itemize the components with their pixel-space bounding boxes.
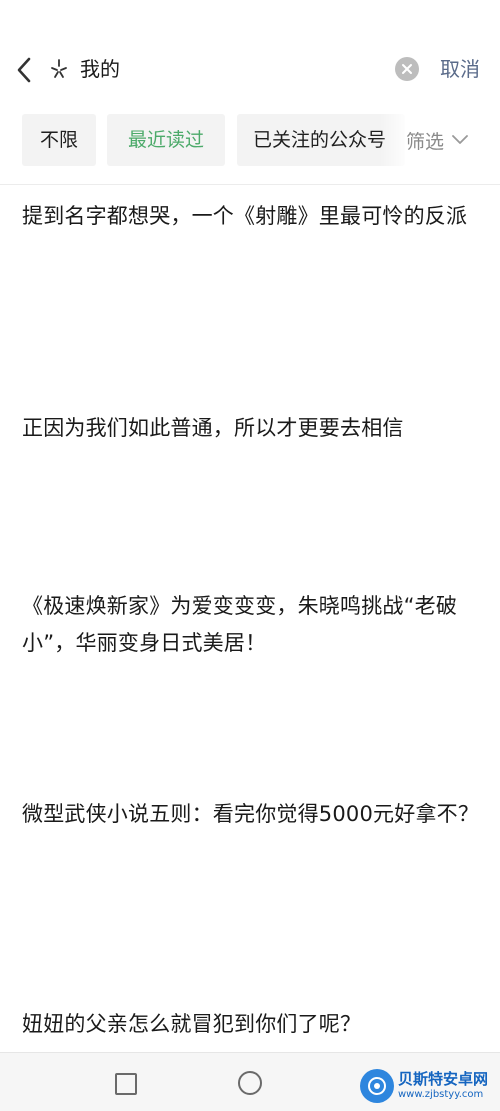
search-query-text[interactable]: 我的 bbox=[80, 52, 120, 86]
chevron-down-icon bbox=[452, 132, 468, 148]
result-item[interactable]: 妞妞的父亲怎么就冒犯到你们了呢？ bbox=[22, 1006, 482, 1043]
filter-chip-recently-read[interactable]: 最近读过 bbox=[107, 114, 225, 166]
clear-circle-icon bbox=[402, 64, 412, 74]
chevron-left-icon bbox=[17, 57, 31, 83]
search-bar: 我的 取消 bbox=[0, 0, 500, 98]
watermark-logo-icon bbox=[360, 1069, 394, 1103]
result-item[interactable]: 正因为我们如此普通，所以才更要去相信 bbox=[22, 410, 482, 447]
watermark-title: 贝斯特安卓网 bbox=[398, 1070, 489, 1088]
watermark-url: www.zjbstyy.com bbox=[398, 1089, 484, 1100]
filter-button[interactable]: 筛选 bbox=[406, 114, 492, 166]
square-icon[interactable] bbox=[115, 1073, 137, 1095]
back-button[interactable] bbox=[10, 54, 38, 86]
circle-icon[interactable] bbox=[238, 1071, 262, 1095]
watermark: 贝斯特安卓网 www.zjbstyy.com bbox=[360, 1062, 500, 1110]
search-results-page: 我的 取消 不限 最近读过 已关注的公众号 筛选 提到名字都想哭，一个《射雕》里… bbox=[0, 0, 500, 1111]
result-item[interactable]: 《极速焕新家》为爱变变变，朱晓鸣挑战“老破小”，华丽变身日式美居！ bbox=[22, 588, 482, 662]
sparkle-icon bbox=[46, 56, 72, 82]
filter-label: 筛选 bbox=[406, 130, 445, 153]
filter-bar: 不限 最近读过 已关注的公众号 筛选 bbox=[0, 98, 500, 185]
clear-search-button[interactable] bbox=[395, 57, 419, 81]
result-item[interactable]: 提到名字都想哭，一个《射雕》里最可怜的反派 bbox=[22, 198, 482, 235]
cancel-button[interactable]: 取消 bbox=[440, 52, 480, 86]
result-item[interactable]: 微型武侠小说五则：看完你觉得5000元好拿不？ bbox=[22, 796, 482, 833]
watermark-text: 贝斯特安卓网 www.zjbstyy.com bbox=[398, 1071, 488, 1101]
filter-chip-any[interactable]: 不限 bbox=[22, 114, 96, 166]
